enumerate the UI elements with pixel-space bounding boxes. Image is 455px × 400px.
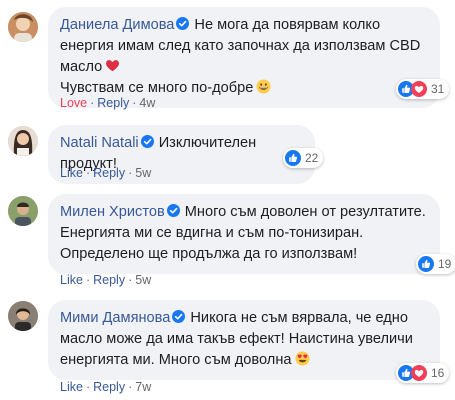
comment-actions: Love · Reply · 4w [60, 96, 155, 110]
comment-author[interactable]: Даниела Димова [60, 17, 174, 33]
reaction-count: 31 [431, 82, 445, 96]
love-reaction-icon [411, 81, 427, 97]
separator-dot: · [85, 380, 91, 394]
comment-timestamp[interactable]: 4w [139, 96, 155, 110]
reaction-count: 16 [431, 366, 445, 380]
comment-author[interactable]: Natali Natali [60, 135, 139, 151]
verified-icon [140, 135, 154, 148]
like-action-link[interactable]: Like [60, 273, 83, 287]
separator-dot: · [90, 96, 95, 110]
reply-link[interactable]: Reply [93, 380, 125, 394]
reaction-summary[interactable]: 31 [396, 79, 450, 99]
reaction-summary[interactable]: 16 [396, 363, 450, 383]
verified-icon [166, 204, 180, 217]
avatar[interactable] [8, 126, 38, 156]
comment-actions: Like · Reply · 5w [60, 166, 151, 180]
comment-author[interactable]: Милен Христов [60, 204, 165, 220]
comment-text-line2: Чувствам се много по-добре [60, 80, 254, 96]
heart-eyes-emoji-icon [294, 351, 310, 366]
reaction-summary[interactable]: 19 [416, 254, 455, 274]
avatar[interactable] [8, 301, 38, 331]
red-heart-emoji-icon [106, 60, 120, 72]
separator-dot: · [132, 96, 137, 110]
reaction-summary[interactable]: 22 [283, 148, 324, 168]
verified-icon [176, 17, 190, 30]
comment-bubble: Мими Дамянова Никога не съм вярвала, че е… [48, 300, 440, 380]
comment-bubble: Милен Христов Много съм доволен от резулт… [48, 194, 440, 274]
like-reaction-icon [418, 256, 434, 272]
separator-dot: · [128, 380, 133, 394]
comment-timestamp[interactable]: 5w [135, 166, 151, 180]
like-action-link[interactable]: Like [60, 166, 83, 180]
separator-dot: · [128, 273, 133, 287]
like-reaction-icon [285, 150, 301, 166]
comment-actions: Like · Reply · 7w [60, 380, 151, 394]
reaction-count: 19 [438, 257, 452, 271]
comment-actions: Like · Reply · 5w [60, 273, 151, 287]
verified-icon [172, 310, 186, 323]
comment-bubble: Даниела Димова Не мога да повярвам колко … [48, 7, 440, 108]
comment-timestamp[interactable]: 5w [135, 273, 151, 287]
comment-author[interactable]: Мими Дамянова [60, 310, 170, 326]
reply-link[interactable]: Reply [97, 96, 129, 110]
reply-link[interactable]: Reply [93, 166, 125, 180]
separator-dot: · [128, 166, 133, 180]
avatar[interactable] [8, 196, 38, 226]
reaction-count: 22 [305, 151, 319, 165]
reply-link[interactable]: Reply [93, 273, 125, 287]
grinning-face-emoji-icon [256, 79, 271, 94]
comment-timestamp[interactable]: 7w [135, 380, 151, 394]
like-action-link[interactable]: Like [60, 380, 83, 394]
avatar[interactable] [8, 12, 38, 42]
separator-dot: · [85, 273, 91, 287]
love-reaction-icon [411, 365, 427, 381]
love-action-link[interactable]: Love [60, 96, 87, 110]
separator-dot: · [85, 166, 91, 180]
